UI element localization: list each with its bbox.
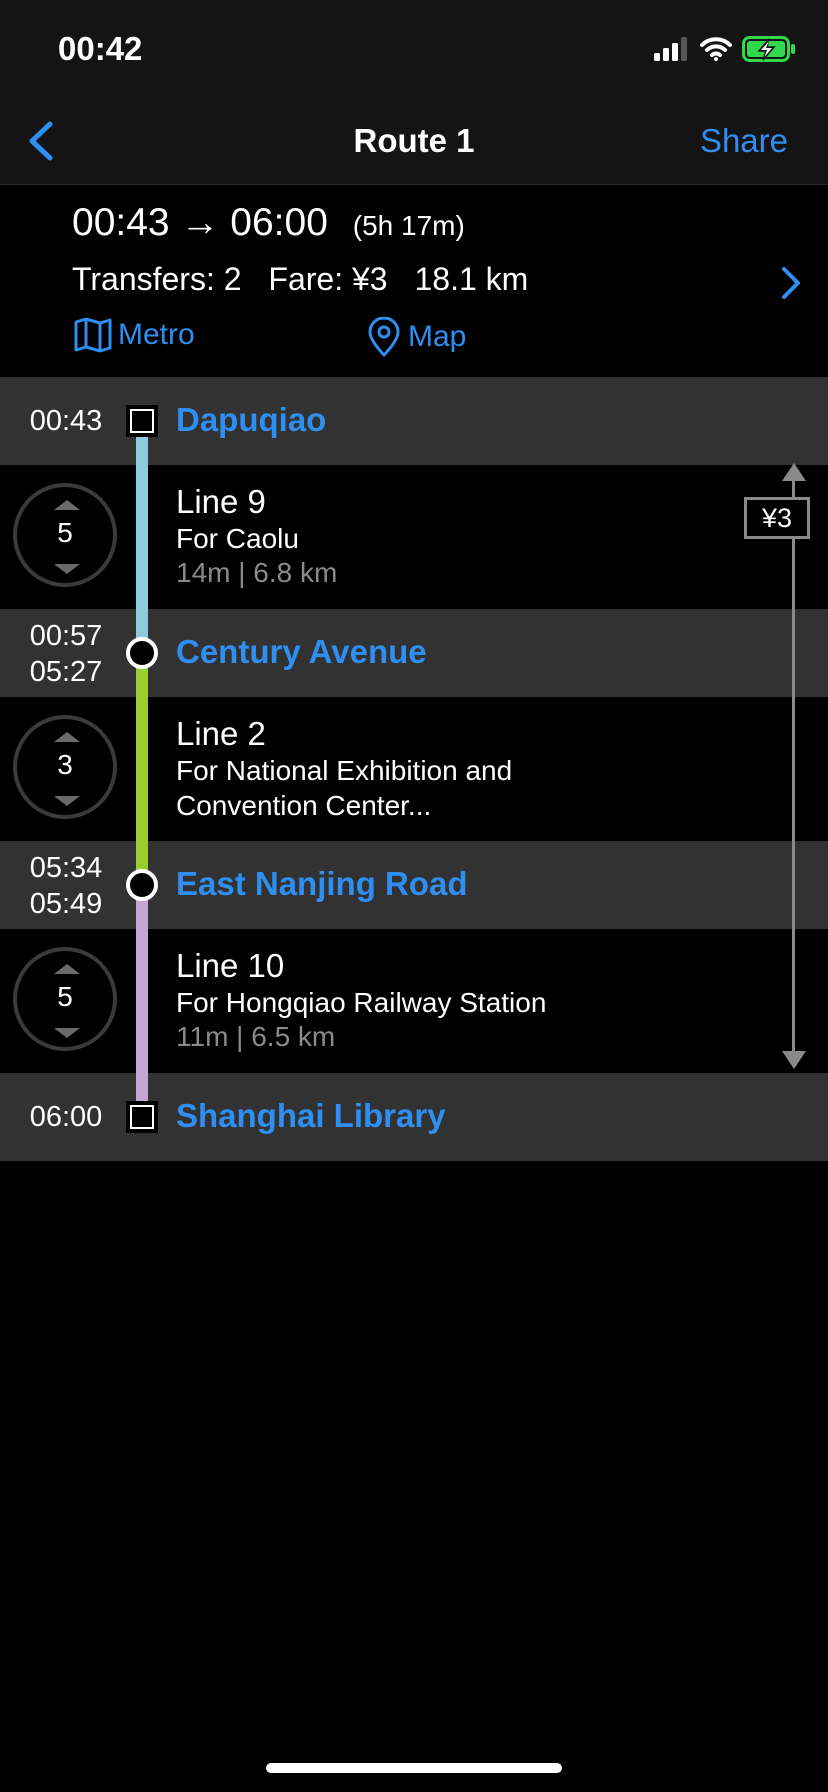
metro-label: Metro [118,318,195,351]
line-segment[interactable]: 5 Line 9 For Caolu 14m | 6.8 km [0,465,828,609]
map-book-icon [74,317,112,353]
stop-count-toggle[interactable]: 3 [13,715,117,819]
fare-amount: Fare: ¥3 [268,261,388,297]
route-line-9 [136,421,148,653]
route-summary[interactable]: 00:43 → 06:00 (5h 17m) Transfers: 2 Fare… [0,185,828,377]
station-time: 00:43 [0,403,132,439]
street-map-button[interactable]: Map [366,317,466,357]
stop-count-toggle[interactable]: 5 [13,483,117,587]
line-segment[interactable]: 3 Line 2 For National Exhibition and Con… [0,697,828,841]
fare-range-arrow-down-icon [782,1051,806,1069]
arrow-icon: → [180,201,220,244]
chevron-up-icon [54,732,80,742]
signal-icon [654,37,687,61]
route-line-2 [136,653,148,885]
home-indicator[interactable] [266,1763,562,1773]
total-distance: 18.1 km [414,261,529,297]
arrival-time: 05:34 [29,852,103,884]
station-name[interactable]: Shanghai Library [176,1097,446,1135]
line-direction: For Hongqiao Railway Station [176,987,547,1018]
chevron-down-icon [54,796,80,806]
station-row[interactable]: 05:34 05:49 East Nanjing Road [0,841,828,929]
status-bar: 00:42 [0,0,828,100]
location-pin-icon [368,317,400,357]
arrival-time: 06:00 [29,1101,103,1133]
departure-time: 00:43 [29,405,103,437]
stop-count: 3 [57,749,73,780]
line-name: Line 2 [176,715,266,752]
departure-time: 05:27 [29,656,103,688]
station-row[interactable]: 00:43 Dapuqiao [0,377,828,465]
station-time: 05:34 05:49 [0,850,132,922]
station-time: 00:57 05:27 [0,618,132,690]
fare-range-arrow-up-icon [782,463,806,481]
transfers-count: Transfers: 2 [72,261,242,297]
status-icons [654,34,796,64]
chevron-down-icon [54,1028,80,1038]
chevron-right-icon[interactable] [780,265,802,301]
origin-station-marker [126,405,158,437]
fare-badge: ¥3 [744,497,810,539]
stop-count: 5 [57,517,73,548]
fare-range-line [792,480,795,1056]
line-segment[interactable]: 5 Line 10 For Hongqiao Railway Station 1… [0,929,828,1073]
navigation-bar: Route 1 Share [0,100,828,185]
station-name[interactable]: Century Avenue [176,633,427,671]
stop-count: 5 [57,981,73,1012]
chevron-up-icon [54,964,80,974]
station-row[interactable]: 06:00 Shanghai Library [0,1073,828,1161]
battery-charging-icon [742,36,795,62]
trip-duration: (5h 17m) [352,210,465,241]
transfer-station-marker [126,869,158,901]
line-name: Line 10 [176,947,285,984]
status-time: 00:42 [58,30,143,67]
depart-time: 00:43 [72,201,170,244]
departure-time: 05:49 [29,888,103,920]
station-name[interactable]: Dapuqiao [176,401,326,439]
chevron-down-icon [54,564,80,574]
transfer-station-marker [126,637,158,669]
line-direction: For National Exhibition and Convention C… [176,755,513,821]
chevron-up-icon [54,500,80,510]
stop-count-toggle[interactable]: 5 [13,947,117,1051]
station-name[interactable]: East Nanjing Road [176,865,468,903]
arrive-time: 06:00 [230,201,328,244]
arrival-time: 00:57 [29,620,103,652]
route-times: 00:43 → 06:00 (5h 17m) [72,201,465,245]
line-name: Line 9 [176,483,266,520]
line-direction: For Caolu [176,523,299,554]
metro-map-button[interactable]: Metro [74,317,195,353]
route-stats: Transfers: 2 Fare: ¥3 18.1 km [72,261,546,298]
station-time: 06:00 [0,1099,132,1135]
wifi-icon [700,37,732,61]
segment-duration-distance: 11m | 6.5 km [176,1021,336,1052]
share-button[interactable]: Share [700,122,788,160]
route-line-10 [136,885,148,1117]
map-label: Map [408,320,467,353]
segment-duration-distance: 14m | 6.8 km [176,557,338,588]
station-row[interactable]: 00:57 05:27 Century Avenue [0,609,828,697]
destination-station-marker [126,1101,158,1133]
